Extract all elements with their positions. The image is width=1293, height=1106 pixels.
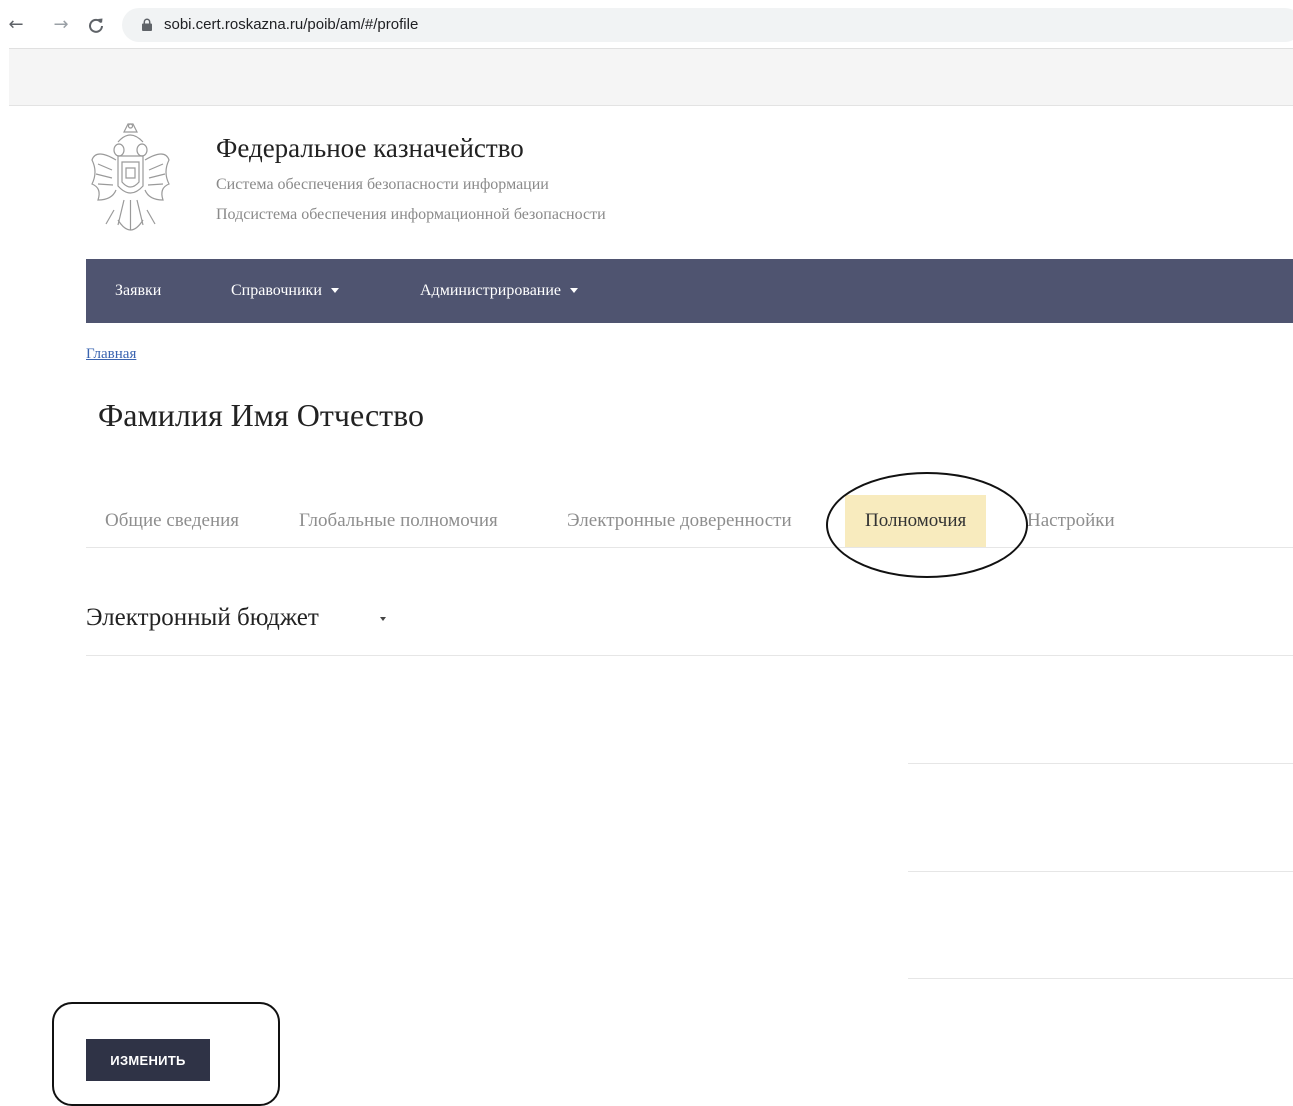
- nav-item-label: Администрирование: [420, 282, 562, 299]
- main-nav: Заявки Справочники Администрирование: [86, 259, 1293, 323]
- row-divider: [908, 871, 1293, 872]
- chevron-down-icon[interactable]: [380, 617, 386, 621]
- nav-item-directories[interactable]: Справочники: [231, 259, 339, 323]
- row-divider: [908, 978, 1293, 979]
- tab-general[interactable]: Общие сведения: [105, 495, 239, 547]
- profile-tabs: Общие сведения Глобальные полномочия Эле…: [86, 495, 1293, 548]
- system-subtitle: Система обеспечения безопасности информа…: [216, 176, 549, 193]
- lock-icon: [142, 18, 152, 31]
- edit-button[interactable]: ИЗМЕНИТЬ: [86, 1039, 210, 1081]
- chevron-down-icon: [330, 287, 339, 293]
- tab-settings[interactable]: Настройки: [1027, 495, 1115, 547]
- tab-permissions[interactable]: Полномочия: [845, 495, 987, 547]
- address-bar[interactable]: sobi.cert.roskazna.ru/poib/am/#/profile: [122, 8, 1293, 42]
- forward-arrow-icon[interactable]: →: [49, 13, 73, 37]
- nav-item-requests[interactable]: Заявки: [115, 259, 161, 323]
- tab-global-permissions[interactable]: Глобальные полномочия: [299, 495, 498, 547]
- url-text: sobi.cert.roskazna.ru/poib/am/#/profile: [164, 16, 419, 33]
- reload-icon[interactable]: [84, 13, 108, 37]
- nav-item-label: Справочники: [231, 282, 322, 299]
- nav-item-label: Заявки: [115, 282, 162, 299]
- section-divider: [86, 655, 1293, 656]
- row-divider: [908, 763, 1293, 764]
- org-name: Федеральное казначейство: [216, 133, 524, 163]
- top-strip: [9, 49, 1293, 106]
- tab-electronic-powers-of-attorney[interactable]: Электронные доверенности: [567, 495, 792, 547]
- browser-toolbar: ← → sobi.cert.roskazna.ru/poib/am/#/prof…: [0, 0, 1293, 50]
- page-title: Фамилия Имя Отчество: [98, 397, 425, 433]
- subsystem-subtitle: Подсистема обеспечения информационной бе…: [216, 206, 606, 223]
- back-arrow-icon[interactable]: ←: [4, 13, 28, 37]
- breadcrumb-home-link[interactable]: Главная: [86, 346, 136, 363]
- nav-item-administration[interactable]: Администрирование: [420, 259, 579, 323]
- chevron-down-icon: [570, 287, 579, 293]
- coat-of-arms-icon: [91, 123, 170, 231]
- section-title-electronic-budget[interactable]: Электронный бюджет: [86, 604, 319, 632]
